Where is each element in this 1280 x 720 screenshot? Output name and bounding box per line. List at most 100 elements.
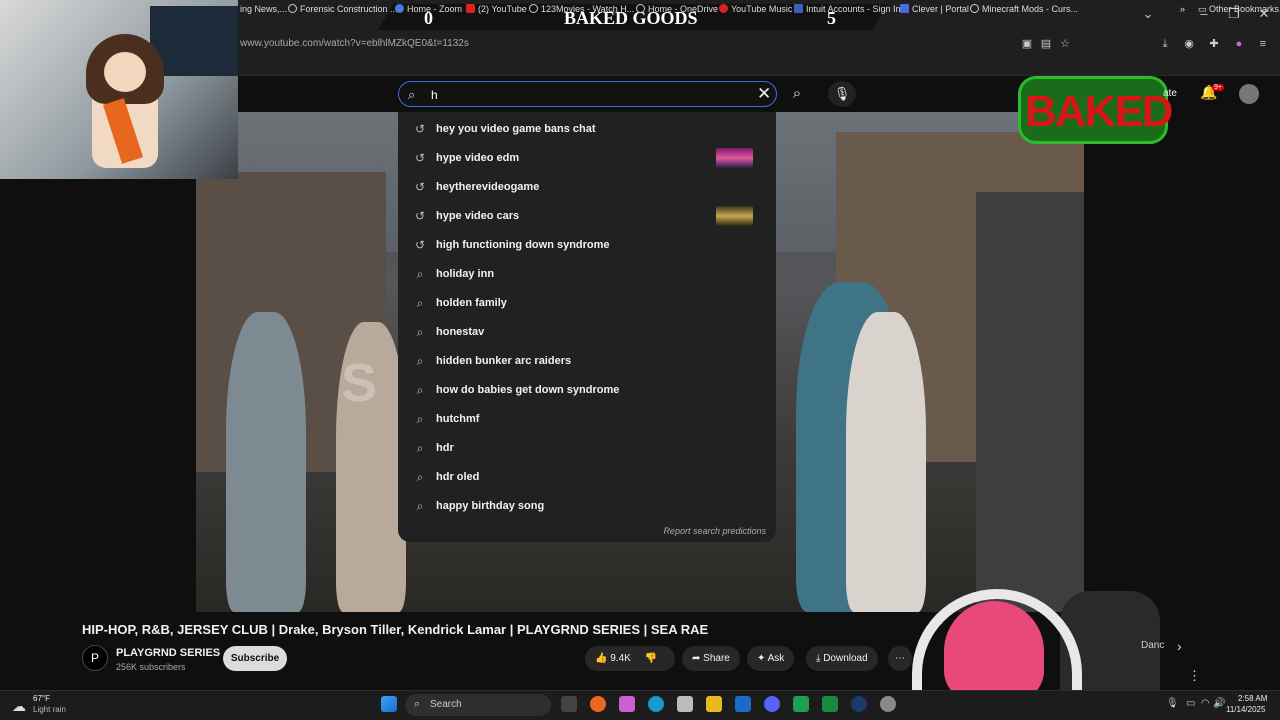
history-icon: ↺ [414,209,426,223]
bookmark-item[interactable]: Home - OneDrive [636,4,718,14]
display-tray-icon[interactable]: ▭ [1186,698,1195,709]
channel-avatar[interactable]: P [82,645,108,671]
download-button[interactable]: ⤓ Download [806,646,878,671]
mic-button[interactable]: 🎙 [828,81,856,107]
suggestion-item[interactable]: ⌕ hidden bunker arc raiders [398,347,776,376]
more-button[interactable]: ⋯ [888,646,912,671]
globe-icon [970,4,979,13]
firefox-icon[interactable] [590,696,606,712]
video-wall [976,192,1084,612]
task-view-icon[interactable] [561,696,577,712]
weather-desc[interactable]: Light rain [33,705,66,714]
video-person [226,312,306,612]
bookmark-item[interactable]: 123Movies - Watch H... [529,4,634,14]
suggestion-item[interactable]: ⌕ how do babies get down syndrome [398,376,776,405]
bookmark-item[interactable]: (2) YouTube [466,4,527,14]
suggestion-item[interactable]: ⌕ hdr oled [398,463,776,492]
suggestion-item[interactable]: ↺ hype video edm [398,144,776,173]
search-icon: ⌕ [416,412,424,426]
edge-icon[interactable] [648,696,664,712]
more-vertical-icon[interactable]: ⋮ [1188,668,1201,684]
chevron-right-icon[interactable]: › [1177,638,1182,654]
folder-icon: ▭ [1198,4,1210,14]
copilot-icon[interactable] [619,696,635,712]
search-query[interactable]: h [431,88,438,102]
bookmark-item[interactable]: Clever | Portal [900,4,969,14]
bookmark-item[interactable]: Home - Zoom [395,4,462,14]
pip-icon[interactable]: ▣ [1020,37,1034,51]
channel-name[interactable]: PLAYGRND SERIES [116,647,220,659]
bookmark-folder[interactable]: ▭ Other Bookmarks [1198,4,1279,15]
subscribe-button[interactable]: Subscribe [223,646,287,671]
mic-tray-icon[interactable]: 🎙 [1166,698,1179,709]
discord-icon[interactable] [764,696,780,712]
globe-icon [529,4,538,13]
taskbar [0,690,1280,720]
search-icon: ⌕ [416,470,424,484]
taskbar-search[interactable]: ⌕ Search [405,694,551,716]
suggestion-item[interactable]: ↺ hey you video game bans chat [398,115,776,144]
reader-icon[interactable]: ▤ [1039,37,1053,51]
suggestion-item[interactable]: ↺ hype video cars [398,202,776,231]
download-icon[interactable]: ⤓ [1158,37,1172,51]
suggestion-item[interactable]: ⌕ hdr [398,434,776,463]
suggestion-item[interactable]: ⌕ honestav [398,318,776,347]
create-button[interactable]: ate [1163,88,1177,99]
menu-icon[interactable]: ≡ [1256,37,1270,51]
video-person [846,312,926,612]
wifi-icon[interactable]: ◠ [1201,698,1210,709]
search-icon: ⌕ [416,267,424,281]
taskbar-time[interactable]: 2:58 AM [1238,694,1267,703]
search-icon: ⌕ [416,354,424,368]
share-button[interactable]: ➦ Share [682,646,740,671]
star-icon[interactable]: ☆ [1058,37,1072,51]
mic-icon: 🎙 [833,86,851,101]
chevron-down-icon[interactable]: ⌄ [1136,6,1160,22]
webcam-overlay [0,0,238,179]
suggestion-item[interactable]: ⌕ holden family [398,289,776,318]
search-input[interactable]: h [398,81,777,107]
bookmark-item[interactable]: Minecraft Mods - Curs... [970,4,1078,14]
suggestion-item[interactable]: ⌕ hutchmf [398,405,776,434]
report-predictions-link[interactable]: Report search predictions [663,526,766,536]
thumbs-down-icon[interactable]: 👎 [645,653,657,664]
file-explorer-icon[interactable] [706,696,722,712]
close-icon[interactable]: ✕ [757,84,771,104]
suggestion-item[interactable]: ⌕ holiday inn [398,260,776,289]
puzzle-icon[interactable]: ✚ [1207,37,1221,51]
facecam-overlay [912,585,1172,690]
outlook-icon[interactable] [735,696,751,712]
extension-w-icon[interactable]: ◉ [1182,37,1196,51]
play-icon[interactable] [822,696,838,712]
bookmark-item[interactable]: YouTube Music [719,4,792,14]
suggestion-item[interactable]: ↺ high functioning down syndrome [398,231,776,260]
search-button[interactable]: ⌕ [782,81,812,107]
profile-icon[interactable]: ● [1232,37,1246,51]
settings-gear-icon[interactable] [880,696,896,712]
history-icon: ↺ [414,238,426,252]
url-text[interactable]: www.youtube.com/watch?v=eblhlMZkQE0&t=11… [240,38,469,49]
more-icon: ⋯ [895,653,905,664]
chip-dance[interactable]: Danc [1141,640,1164,651]
notification-badge: 9+ [1212,84,1224,91]
chevron-right-icon[interactable]: » [1180,4,1185,14]
like-button[interactable]: 👍 9.4K 👎 [585,646,675,671]
globe-icon [636,4,645,13]
bookmark-item[interactable]: Forensic Construction ... [288,4,398,14]
search-icon: ⌕ [416,383,424,397]
history-icon: ↺ [414,122,426,136]
xbox-icon[interactable] [793,696,809,712]
store-icon[interactable] [677,696,693,712]
volume-icon[interactable]: 🔊 [1213,698,1225,709]
bookmark-item[interactable]: Intuit Accounts - Sign In [794,4,901,14]
bookmark-item[interactable]: ing News,... [240,4,287,14]
suggestion-item[interactable]: ⌕ happy birthday song [398,492,776,521]
weather-temp[interactable]: 67°F [33,694,50,703]
ask-button[interactable]: ✦ Ask [747,646,795,671]
suggestion-item[interactable]: ↺ heytherevideogame [398,173,776,202]
suggestion-thumbnail [716,206,753,226]
windows-start-icon[interactable] [381,696,397,712]
taskbar-date[interactable]: 11/14/2025 [1226,705,1265,714]
steam-icon[interactable] [851,696,867,712]
avatar[interactable] [1239,84,1259,104]
